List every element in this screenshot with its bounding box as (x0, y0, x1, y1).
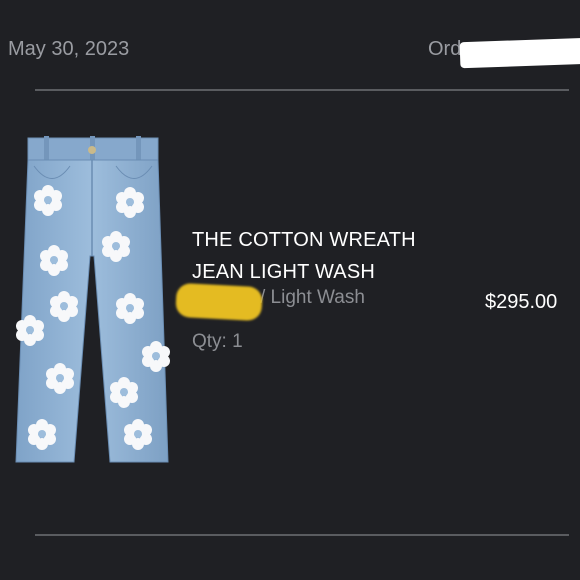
divider-top (35, 89, 569, 91)
product-price: $295.00 (485, 291, 558, 313)
product-title-line1: THE COTTON WREATH (192, 229, 416, 251)
order-number-label: Ord (428, 38, 462, 60)
variant-color: / Light Wash (260, 287, 365, 308)
product-quantity: Qty: 1 (192, 331, 243, 352)
product-title-line2: JEAN LIGHT WASH (192, 261, 376, 283)
redaction-mark-size (175, 282, 263, 322)
product-image-jeans[interactable] (12, 136, 172, 468)
product-title[interactable]: THE COTTON WREATH JEAN LIGHT WASH (192, 224, 416, 288)
divider-bottom (35, 534, 569, 536)
order-date: May 30, 2023 (8, 38, 130, 60)
redaction-mark-order-number (459, 37, 580, 69)
